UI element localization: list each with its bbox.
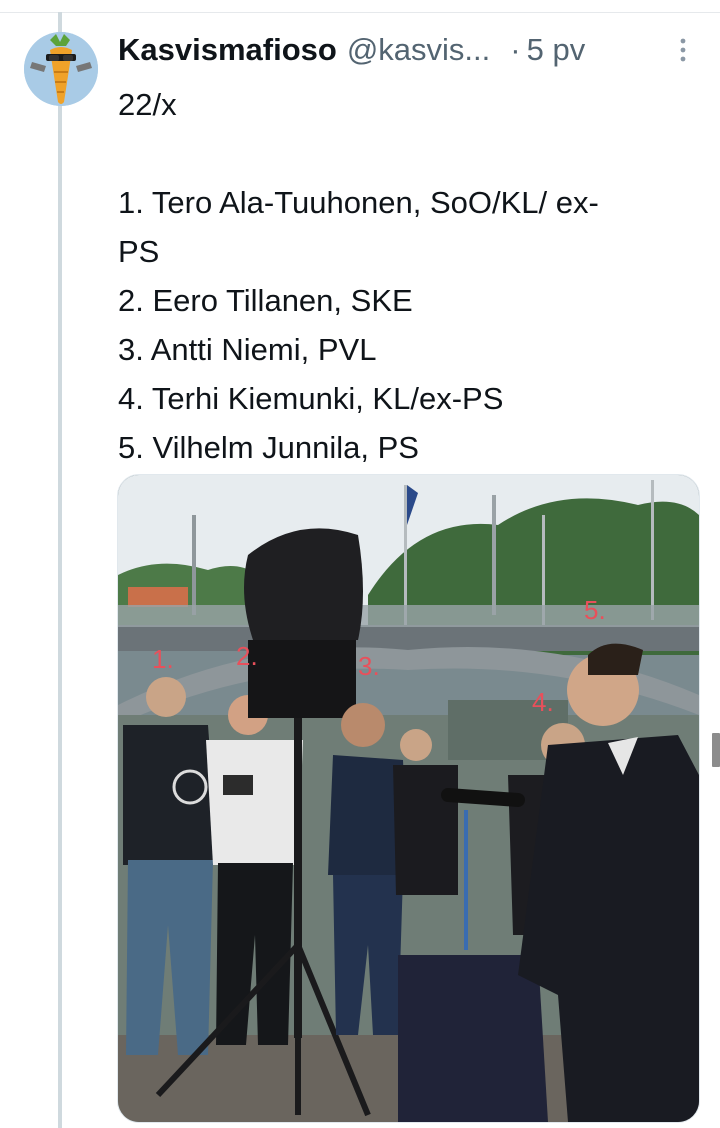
scrollbar-thumb[interactable] — [712, 733, 720, 767]
divider — [0, 12, 720, 13]
separator-dot: · — [510, 32, 521, 67]
photo-label-2: 2. — [236, 641, 258, 671]
post-text-line — [118, 129, 678, 178]
carrot-avatar-icon — [24, 32, 98, 106]
photo-illustration: 1. 2. 3. 4. 5. — [118, 475, 699, 1122]
photo-label-1: 1. — [152, 644, 174, 674]
photo-label-4: 4. — [532, 687, 554, 717]
post-header: Kasvismafioso @kasvis... · 5 pv — [118, 30, 698, 70]
timestamp[interactable]: 5 pv — [527, 32, 586, 68]
post-text-line: 4. Terhi Kiemunki, KL/ex-PS — [118, 381, 504, 416]
user-handle[interactable]: @kasvis... — [347, 32, 490, 68]
post-text-line: 3. Antti Niemi, PVL — [118, 332, 377, 367]
post-text-line: 1. Tero Ala-Tuuhonen, SoO/KL/ ex-PS — [118, 185, 599, 269]
post-text-line: 5. Vilhelm Junnila, PS — [118, 430, 419, 465]
photo-label-5: 5. — [584, 595, 606, 625]
post-photo[interactable]: 1. 2. 3. 4. 5. — [117, 474, 700, 1123]
display-name[interactable]: Kasvismafioso — [118, 32, 337, 68]
photo-label-3: 3. — [358, 651, 380, 681]
post-text-line: 2. Eero Tillanen, SKE — [118, 283, 413, 318]
more-vertical-icon[interactable] — [676, 36, 690, 66]
post-text-line: 22/x — [118, 87, 177, 122]
avatar[interactable] — [24, 32, 98, 106]
post-text: 22/x 1. Tero Ala-Tuuhonen, SoO/KL/ ex-PS… — [118, 80, 678, 472]
thread-line — [58, 12, 62, 1128]
